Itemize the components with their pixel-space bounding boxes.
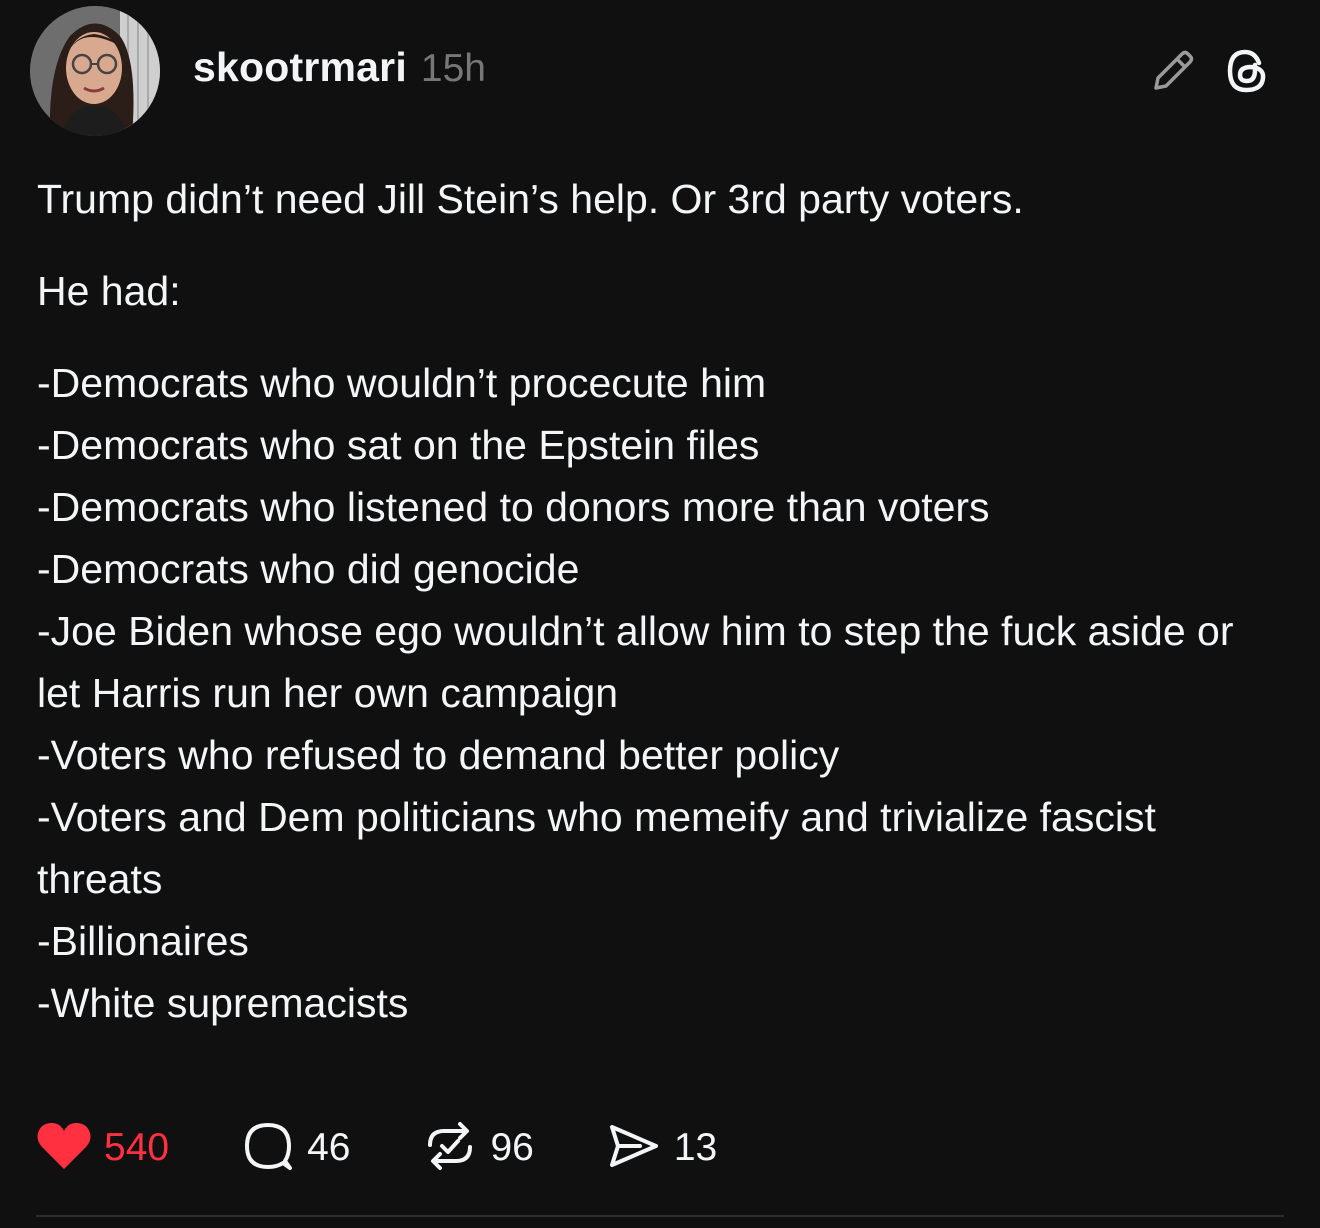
- post-lead: He had:: [37, 268, 181, 314]
- share-count: 13: [673, 1126, 718, 1169]
- reply-count: 46: [307, 1126, 351, 1169]
- list-item: -Democrats who listened to donors more t…: [37, 484, 990, 530]
- repost-icon: [422, 1119, 478, 1178]
- post-body: Trump didn’t need Jill Stein’s help. Or …: [37, 168, 1287, 1034]
- post-timestamp: 15h: [420, 47, 486, 90]
- threads-logo-icon[interactable]: [1222, 46, 1272, 96]
- divider: [36, 1215, 1284, 1217]
- list-item: -Voters and Dem politicians who memeify …: [37, 794, 1156, 902]
- list-item: -Democrats who wouldn’t procecute him: [37, 360, 767, 406]
- threads-post: skootrmari 15h Trump didn’t need Jill St…: [0, 0, 1320, 1228]
- like-count: 540: [104, 1126, 170, 1169]
- like-button[interactable]: 540: [36, 1121, 169, 1176]
- avatar-image: [30, 6, 160, 136]
- list-item: -Democrats who did genocide: [37, 546, 580, 592]
- list-item: -Joe Biden whose ego wouldn’t allow him …: [37, 608, 1234, 716]
- post-actions: 540 46 96 13: [36, 1118, 777, 1178]
- repost-button[interactable]: 96: [422, 1119, 534, 1178]
- comment-icon: [241, 1119, 295, 1178]
- repost-count: 96: [490, 1126, 534, 1169]
- avatar[interactable]: [30, 6, 160, 136]
- list-item: -Billionaires: [37, 918, 249, 964]
- share-button[interactable]: 13: [606, 1119, 717, 1178]
- post-header: skootrmari 15h: [193, 44, 486, 96]
- heart-icon: [36, 1121, 92, 1176]
- list-item: -Voters who refused to demand better pol…: [37, 732, 840, 778]
- post-intro: Trump didn’t need Jill Stein’s help. Or …: [37, 176, 1024, 222]
- list-item: -White supremacists: [37, 980, 409, 1026]
- pencil-icon[interactable]: [1148, 46, 1198, 96]
- list-item: -Democrats who sat on the Epstein files: [37, 422, 760, 468]
- reply-button[interactable]: 46: [241, 1119, 350, 1178]
- username-link[interactable]: skootrmari: [193, 44, 407, 91]
- send-icon: [606, 1119, 662, 1178]
